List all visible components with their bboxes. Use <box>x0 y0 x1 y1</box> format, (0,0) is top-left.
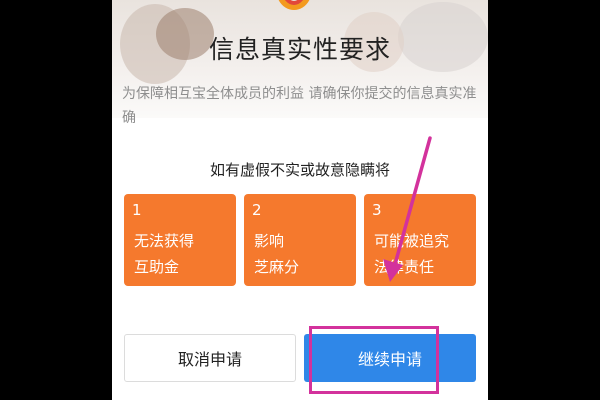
consequence-card-1: 1 无法获得 互助金 <box>124 194 236 286</box>
card-text: 影响 芝麻分 <box>254 232 300 276</box>
annotation-highlight-box <box>309 326 439 394</box>
dialog-description: 为保障相互宝全体成员的利益 请确保你提交的信息真实准确 <box>122 86 477 126</box>
card-text: 可能被追究 法律责任 <box>374 232 450 276</box>
warning-text: 如有虚假不实或故意隐瞒将 <box>209 161 390 179</box>
consequence-cards: 1 无法获得 互助金 2 影响 芝麻分 3 可能被追究 法律责任 <box>124 194 476 286</box>
dialog-title: 信息真实性要求 <box>208 35 391 64</box>
card-number: 1 <box>132 201 142 219</box>
card-number: 2 <box>252 201 262 219</box>
consequence-card-3: 3 可能被追究 法律责任 <box>364 194 476 286</box>
cancel-button[interactable]: 取消申请 <box>124 334 296 382</box>
xianghubao-logo-icon <box>278 0 310 10</box>
card-number: 3 <box>372 201 382 219</box>
consequence-card-2: 2 影响 芝麻分 <box>244 194 356 286</box>
phone-screen: 信息真实性要求 为保障相互宝全体成员的利益 请确保你提交的信息真实准确 如有虚假… <box>112 0 488 400</box>
card-text: 无法获得 互助金 <box>134 232 195 276</box>
